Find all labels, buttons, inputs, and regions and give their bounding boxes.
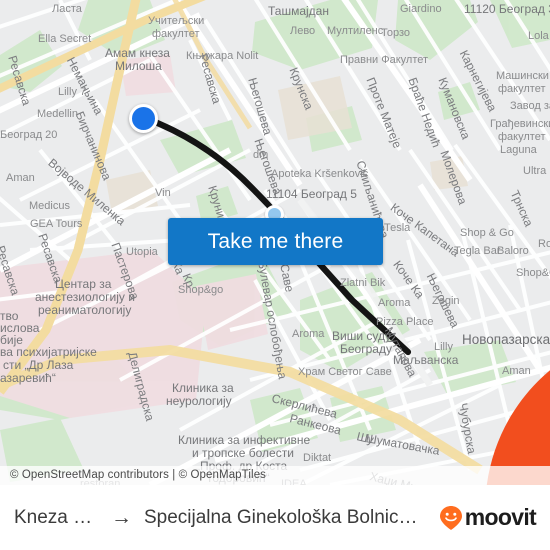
take-me-there-button[interactable]: Take me there: [168, 218, 383, 265]
origin-marker[interactable]: [129, 104, 158, 133]
moovit-trip-map-screen: Неманьина Бирчанинова Ресавска Ресавска Њего…: [0, 0, 550, 550]
destination-pin[interactable]: [392, 328, 550, 485]
destination-label: Specijalna Ginekološka Bolnica Srete...: [143, 506, 428, 528]
moovit-wordmark: moovit: [464, 504, 537, 530]
origin-label: Kneza Mil...: [14, 506, 99, 528]
map-canvas[interactable]: Неманьина Бирчанинова Ресавска Ресавска Њего…: [0, 0, 550, 485]
moovit-pin-icon: [439, 505, 462, 530]
trip-summary-bar: Kneza Mil... → Specijalna Ginekološka Bo…: [0, 485, 550, 550]
map-attribution[interactable]: © OpenStreetMap contributors | © OpenMap…: [0, 466, 550, 485]
destination-pin-icon: [486, 370, 550, 485]
arrow-right-icon: →: [110, 506, 132, 529]
moovit-logo[interactable]: moovit: [439, 504, 537, 531]
